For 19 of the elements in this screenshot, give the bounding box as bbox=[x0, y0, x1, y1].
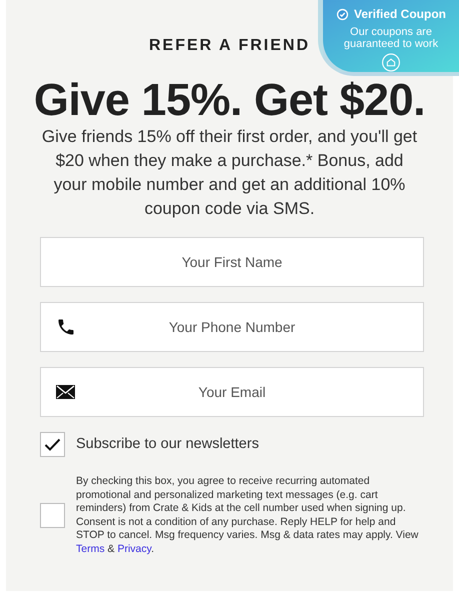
link[interactable]: Privacy bbox=[117, 542, 152, 554]
envelope-icon bbox=[56, 385, 75, 399]
check-circle-icon bbox=[336, 8, 349, 20]
input-field[interactable]: Your First Name bbox=[40, 237, 424, 287]
badge-title: Verified Coupon bbox=[354, 6, 446, 23]
badge-text: Our coupons are guaranteed to work bbox=[342, 26, 440, 50]
house-icon bbox=[380, 53, 402, 72]
link[interactable]: Terms bbox=[76, 542, 105, 554]
description-text: Give friends 15% off their first order, and you'll get $20 when they make a purchase.* Bonus, add your mobile number and get an additional 10% coupon code via SMS. bbox=[40, 126, 418, 220]
checkbox[interactable] bbox=[40, 432, 65, 457]
input-field[interactable]: Your Phone Number bbox=[40, 302, 424, 352]
checkbox-label: Subscribe to our newsletters bbox=[76, 434, 259, 454]
checkbox[interactable] bbox=[40, 503, 65, 528]
consent-text: By checking this box, you agree to receive recurring automated promotional and personalized marketing text messages (e.g. cart reminders) from Crate & Kids at the cell number used when signing up. Consent is not a condition of any purchase. Reply HELP for help and STOP to cancel. Msg frequency varies. Msg & data rates may apply. View Terms & Privacy. bbox=[76, 475, 420, 556]
eyebrow-text: REFER A FRIEND bbox=[148, 36, 310, 56]
headline: Give 15%. Get $20. bbox=[34, 77, 426, 123]
phone-icon bbox=[56, 317, 76, 337]
checkmark-icon bbox=[44, 438, 61, 452]
input-field[interactable]: Your Email bbox=[40, 367, 424, 417]
